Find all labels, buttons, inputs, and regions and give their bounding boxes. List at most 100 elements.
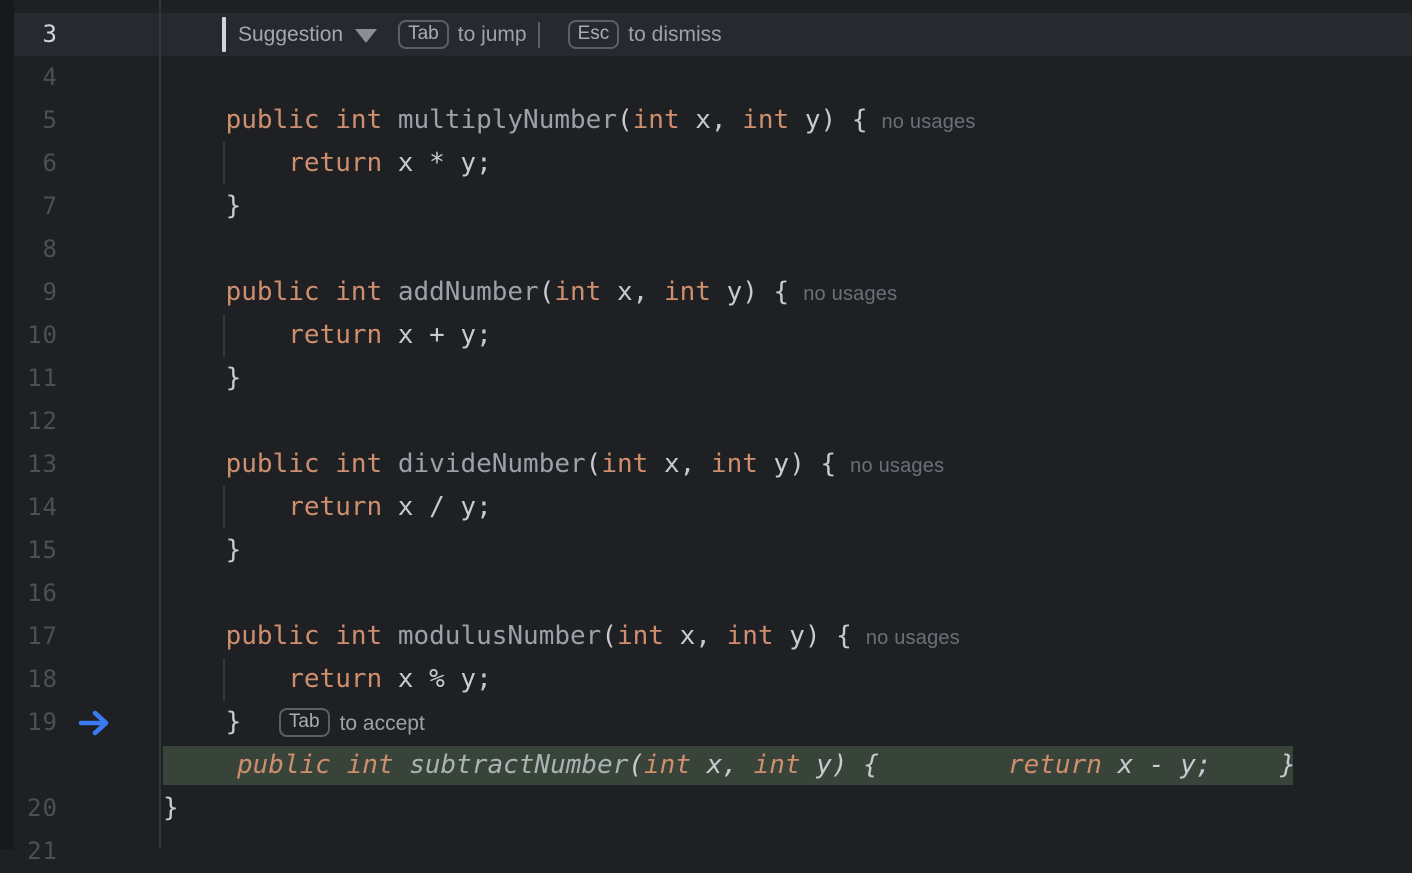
gutter-cell[interactable]: 6 — [0, 142, 160, 185]
editor-line-row[interactable]: 20} — [0, 787, 1412, 830]
code-token: int — [644, 750, 691, 780]
inline-suggestion-cell[interactable]: public int subtractNumber(int x, int y) … — [160, 744, 1412, 787]
code-token — [163, 148, 288, 178]
editor-line-row[interactable]: 18 return x % y; — [0, 658, 1412, 701]
code-token — [163, 621, 226, 651]
suggestion-dropdown[interactable]: Suggestion — [238, 23, 377, 47]
code-line[interactable] — [160, 228, 1412, 271]
editor-code-area[interactable]: 3 Suggestion Tab to jump Esc to dismiss … — [0, 0, 1412, 849]
code-line[interactable]: public int modulusNumber(int x, int y) {… — [160, 615, 1412, 658]
accept-action-label: to accept — [340, 712, 425, 735]
code-token: int — [664, 277, 711, 307]
editor-line-row[interactable]: 5 public int multiplyNumber(int x, int y… — [0, 99, 1412, 142]
code-token: return — [288, 664, 382, 694]
code-token: return — [288, 148, 382, 178]
code-line[interactable]: } — [160, 185, 1412, 228]
gutter-cell[interactable]: 14 — [0, 486, 160, 529]
code-token: int — [335, 449, 382, 479]
gutter-cell[interactable]: 21 — [0, 830, 160, 873]
code-line[interactable] — [160, 572, 1412, 615]
inline-suggestion-preview[interactable]: public int subtractNumber(int x, int y) … — [163, 746, 1293, 785]
gutter-cell[interactable]: 5 — [0, 99, 160, 142]
code-token: ( — [617, 105, 633, 135]
gutter-cell[interactable]: 7 — [0, 185, 160, 228]
code-token: public — [226, 277, 320, 307]
code-token — [320, 449, 336, 479]
editor-line-row[interactable]: 19 } Tabto accept — [0, 701, 1412, 744]
code-token: x, — [664, 621, 727, 651]
editor-line-row[interactable]: 4 — [0, 56, 1412, 99]
gutter-cell[interactable]: 3 — [0, 13, 160, 56]
code-token — [382, 105, 398, 135]
editor-line-row[interactable]: 8 — [0, 228, 1412, 271]
editor-line-row[interactable]: 10 return x + y; — [0, 314, 1412, 357]
code-token: x % y; — [382, 664, 492, 694]
code-token: public — [237, 750, 331, 780]
code-line[interactable]: } Tabto accept — [160, 701, 1412, 744]
esc-action-label: to dismiss — [628, 13, 721, 56]
code-token: modulusNumber — [398, 621, 602, 651]
code-line[interactable]: return x % y; — [160, 658, 1412, 701]
code-token: int — [347, 750, 394, 780]
gutter-cell[interactable]: 13 — [0, 443, 160, 486]
editor-line-row[interactable]: 9 public int addNumber(int x, int y) {no… — [0, 271, 1412, 314]
blue-arrow-right-icon — [78, 709, 114, 737]
editor-line-row[interactable]: 11 } — [0, 357, 1412, 400]
code-token: int — [335, 105, 382, 135]
editor-line-row[interactable]: 21 — [0, 830, 1412, 873]
gutter-cell[interactable]: 8 — [0, 228, 160, 271]
code-token: public — [226, 105, 320, 135]
gutter-cell[interactable] — [0, 744, 160, 787]
gutter-cell[interactable]: 4 — [0, 56, 160, 99]
editor-line-row[interactable]: 13 public int divideNumber(int x, int y)… — [0, 443, 1412, 486]
code-token: int — [335, 277, 382, 307]
code-line[interactable]: return x * y; — [160, 142, 1412, 185]
editor-line-row[interactable]: 12 — [0, 400, 1412, 443]
gutter-cell[interactable]: 9 — [0, 271, 160, 314]
suggestion-label: Suggestion — [238, 23, 343, 47]
esc-key-badge: Esc — [568, 20, 620, 49]
editor-line-row[interactable]: 17 public int modulusNumber(int x, int y… — [0, 615, 1412, 658]
editor-line-row[interactable]: 15 } — [0, 529, 1412, 572]
code-token: x - y; — [1102, 750, 1212, 780]
code-line[interactable]: public int addNumber(int x, int y) {no u… — [160, 271, 1412, 314]
usages-inlay-hint[interactable]: no usages — [850, 455, 944, 477]
code-token: ( — [601, 621, 617, 651]
editor-line-row[interactable]: 7 } — [0, 185, 1412, 228]
editor-line-row[interactable]: 6 return x * y; — [0, 142, 1412, 185]
code-token: return — [288, 320, 382, 350]
editor-line-row[interactable]: 16 — [0, 572, 1412, 615]
code-line[interactable]: return x / y; — [160, 486, 1412, 529]
code-line[interactable] — [160, 56, 1412, 99]
gutter-cell[interactable]: 12 — [0, 400, 160, 443]
code-token — [320, 277, 336, 307]
gutter-cell[interactable]: 15 — [0, 529, 160, 572]
code-line[interactable] — [160, 830, 1412, 873]
code-token: } — [1280, 750, 1296, 780]
suggestion-bar-row: 3 Suggestion Tab to jump Esc to dismiss — [0, 13, 1412, 56]
code-line[interactable]: return x + y; — [160, 314, 1412, 357]
usages-inlay-hint[interactable]: no usages — [866, 627, 960, 649]
gutter-cell[interactable]: 17 — [0, 615, 160, 658]
gutter-separator — [159, 0, 161, 849]
code-token: y) { — [801, 750, 879, 780]
gutter-cell[interactable]: 20 — [0, 787, 160, 830]
usages-inlay-hint[interactable]: no usages — [803, 283, 897, 305]
code-line[interactable]: public int divideNumber(int x, int y) {n… — [160, 443, 1412, 486]
gutter-cell[interactable]: 10 — [0, 314, 160, 357]
code-line[interactable]: public int multiplyNumber(int x, int y) … — [160, 99, 1412, 142]
gutter-cell[interactable]: 11 — [0, 357, 160, 400]
code-line[interactable]: } — [160, 787, 1412, 830]
gutter-cell[interactable]: 18 — [0, 658, 160, 701]
code-line[interactable]: } — [160, 357, 1412, 400]
code-token: int — [335, 621, 382, 651]
inline-suggestion-row[interactable]: public int subtractNumber(int x, int y) … — [0, 744, 1412, 787]
code-token — [163, 277, 226, 307]
editor-line-row[interactable]: 14 return x / y; — [0, 486, 1412, 529]
code-line[interactable] — [160, 400, 1412, 443]
gutter-cell[interactable]: 19 — [0, 701, 160, 744]
code-token: public — [226, 449, 320, 479]
code-line[interactable]: } — [160, 529, 1412, 572]
gutter-cell[interactable]: 16 — [0, 572, 160, 615]
usages-inlay-hint[interactable]: no usages — [881, 111, 975, 133]
